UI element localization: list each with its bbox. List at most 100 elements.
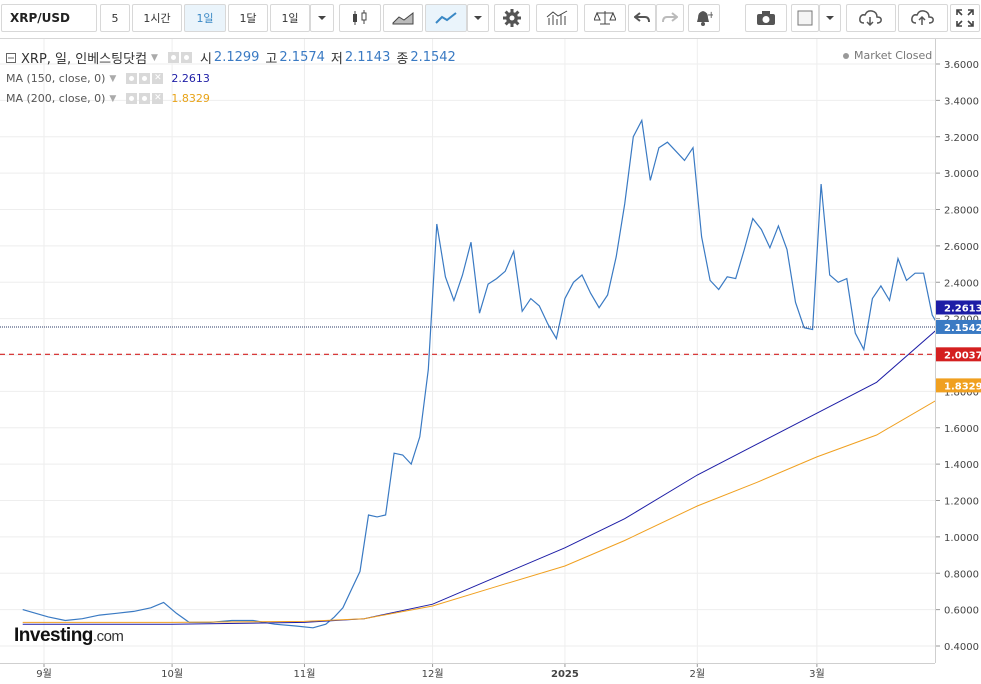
interval-1d-label: 1일 bbox=[196, 12, 214, 25]
ma200-caret-icon[interactable]: ▼ bbox=[109, 94, 116, 104]
chart-plot-area[interactable] bbox=[0, 39, 963, 663]
color-box-button[interactable] bbox=[791, 4, 819, 32]
close-label: 종 bbox=[396, 52, 409, 67]
ma150-legend: MA (150, close, 0) ▼ ✕ 2.2613 bbox=[6, 72, 210, 85]
fullscreen-button[interactable] bbox=[950, 4, 980, 32]
ma200-remove-icon[interactable]: ✕ bbox=[152, 93, 164, 104]
y-tick-label: 0.4000 bbox=[944, 642, 979, 653]
alert-button[interactable]: + bbox=[688, 4, 720, 32]
fullscreen-icon bbox=[956, 9, 974, 27]
ma150-label: MA (150, close, 0) bbox=[6, 72, 106, 85]
load-chart-button[interactable] bbox=[846, 4, 896, 32]
price-marker-label: 2.1542 bbox=[944, 323, 981, 334]
interval-1d-button[interactable]: 1일 bbox=[184, 4, 226, 32]
visibility-icon[interactable] bbox=[167, 52, 179, 63]
logo-brand: Investing bbox=[14, 625, 93, 646]
redo-button[interactable] bbox=[656, 4, 684, 32]
indicators-button[interactable] bbox=[536, 4, 578, 32]
y-tick-label: 3.4000 bbox=[944, 96, 979, 107]
interval-1mo-label: 1달 bbox=[239, 12, 257, 25]
low-value: 2.1143 bbox=[344, 50, 391, 65]
ma200-visibility-icon[interactable] bbox=[126, 93, 138, 104]
price-marker-label: 2.2613 bbox=[944, 303, 981, 314]
settings-small-icon[interactable] bbox=[180, 52, 192, 63]
y-tick-label: 1.0000 bbox=[944, 533, 979, 544]
interval-custom-button[interactable]: 1일 bbox=[270, 4, 310, 32]
color-dropdown-button[interactable] bbox=[819, 4, 841, 32]
ma150-remove-icon[interactable]: ✕ bbox=[152, 73, 164, 84]
alert-icon: + bbox=[697, 10, 713, 26]
interval-5-button[interactable]: 5 bbox=[100, 4, 130, 32]
interval-5-label: 5 bbox=[111, 11, 119, 25]
ma200-label: MA (200, close, 0) bbox=[6, 92, 106, 105]
price-chart[interactable] bbox=[0, 39, 963, 663]
price-marker-label: 2.0037 bbox=[944, 350, 981, 361]
x-tick-label: 9월 bbox=[36, 668, 52, 680]
price-axis-svg: 0.4000 0.6000 0.8000 1.0000 1.2000 1.4000 1.60… bbox=[936, 60, 981, 653]
x-tick-label: 10월 bbox=[161, 668, 183, 680]
legend-title: XRP, 일, 인베스팅닷컴 bbox=[21, 52, 148, 67]
symbol-input[interactable]: XRP/USD bbox=[1, 4, 97, 32]
screenshot-button[interactable] bbox=[745, 4, 787, 32]
ma150-caret-icon[interactable]: ▼ bbox=[109, 74, 116, 84]
open-label: 시 bbox=[199, 52, 212, 67]
price-marker-label: 1.8329 bbox=[944, 381, 981, 392]
gear-icon bbox=[503, 9, 521, 27]
candlestick-icon bbox=[353, 10, 367, 25]
interval-custom-label: 1일 bbox=[281, 12, 299, 25]
x-tick-label: 12월 bbox=[422, 668, 444, 680]
x-tick-label: 11월 bbox=[294, 668, 316, 680]
y-tick-label: 2.6000 bbox=[944, 242, 979, 253]
legend-caret-icon[interactable]: ▼ bbox=[151, 53, 158, 63]
y-tick-label: 0.6000 bbox=[944, 606, 979, 617]
settings-button[interactable] bbox=[494, 4, 530, 32]
interval-dropdown-button[interactable] bbox=[310, 4, 334, 32]
x-tick-label: 2월 bbox=[690, 668, 706, 680]
mountain-chart-button[interactable] bbox=[383, 4, 423, 32]
logo-suffix: .com bbox=[92, 628, 124, 645]
save-chart-button[interactable] bbox=[898, 4, 948, 32]
mountain-icon bbox=[392, 11, 414, 25]
cloud-upload-icon bbox=[911, 10, 934, 25]
dropdown-icon bbox=[474, 16, 482, 20]
low-label: 저 bbox=[330, 52, 343, 67]
chart-type-dropdown-button[interactable] bbox=[467, 4, 489, 32]
time-axis-svg: 9월10월11월12월20252월3월4월 bbox=[36, 664, 957, 680]
line-chart-button[interactable] bbox=[425, 4, 467, 32]
y-tick-label: 3.6000 bbox=[944, 60, 979, 71]
y-tick-label: 2.8000 bbox=[944, 206, 979, 217]
candlestick-button[interactable] bbox=[339, 4, 381, 32]
undo-button[interactable] bbox=[628, 4, 656, 32]
ma150-visibility-icon[interactable] bbox=[126, 73, 138, 84]
interval-1h-label: 1시간 bbox=[143, 12, 171, 25]
price-axis[interactable]: 0.4000 0.6000 0.8000 1.0000 1.2000 1.4000 1.60… bbox=[935, 39, 981, 663]
market-status-label: Market Closed bbox=[854, 49, 933, 62]
y-tick-label: 3.2000 bbox=[944, 133, 979, 144]
undo-icon bbox=[634, 12, 650, 23]
indicators-icon bbox=[546, 10, 568, 25]
ma200-settings-icon[interactable] bbox=[139, 93, 151, 104]
toolbar: XRP/USD 5 1시간 1일 1달 1일 + bbox=[0, 0, 981, 39]
x-tick-label: 3월 bbox=[809, 668, 825, 680]
interval-1mo-button[interactable]: 1달 bbox=[228, 4, 268, 32]
y-tick-label: 3.0000 bbox=[944, 169, 979, 180]
collapse-icon[interactable] bbox=[6, 52, 16, 63]
high-value: 2.1574 bbox=[279, 50, 325, 65]
color-box-icon bbox=[797, 10, 813, 26]
main-legend: XRP, 일, 인베스팅닷컴 ▼ 시 2.1299 고 2.1574 저 2.1143… bbox=[6, 48, 456, 67]
investing-logo: Investing.com bbox=[14, 625, 124, 647]
y-tick-label: 1.4000 bbox=[944, 460, 979, 471]
interval-1h-button[interactable]: 1시간 bbox=[132, 4, 182, 32]
y-tick-label: 1.2000 bbox=[944, 497, 979, 508]
ma150-settings-icon[interactable] bbox=[139, 73, 151, 84]
y-tick-label: 2.4000 bbox=[944, 278, 979, 289]
redo-icon bbox=[662, 12, 678, 23]
time-axis[interactable]: 9월10월11월12월20252월3월4월 bbox=[0, 663, 957, 680]
compare-button[interactable] bbox=[584, 4, 626, 32]
camera-icon bbox=[757, 11, 775, 25]
ma200-legend: MA (200, close, 0) ▼ ✕ 1.8329 bbox=[6, 92, 210, 105]
symbol-label: XRP/USD bbox=[10, 11, 71, 25]
svg-text:+: + bbox=[707, 10, 713, 21]
open-value: 2.1299 bbox=[213, 50, 260, 65]
close-value: 2.1542 bbox=[410, 50, 456, 65]
